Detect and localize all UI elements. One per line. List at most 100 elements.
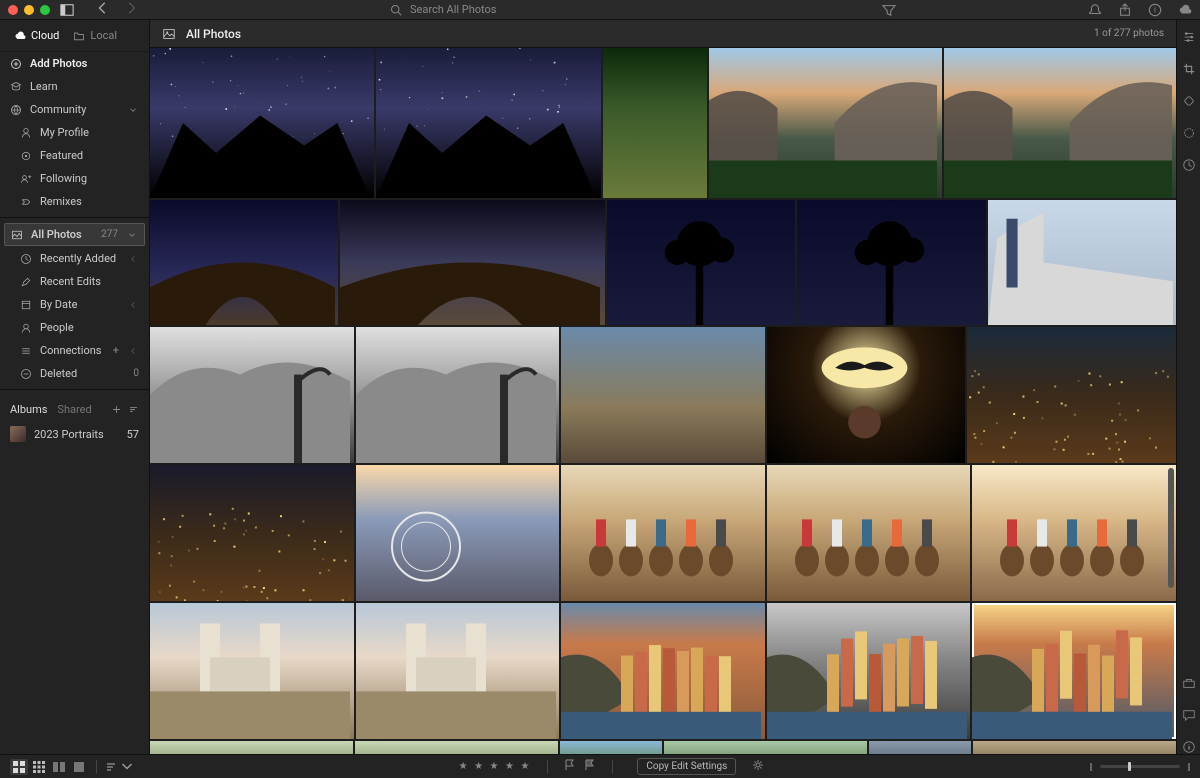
versions-icon[interactable] [1182,158,1196,172]
photo-thumbnail[interactable] [664,741,867,754]
close-window-button[interactable] [8,5,18,15]
recently-added-item[interactable]: Recently Added [10,247,149,270]
by-date-item[interactable]: By Date [10,293,149,316]
zoom-slider[interactable] [1100,765,1180,768]
photo-thumbnail[interactable] [376,48,600,198]
community-section[interactable]: Community [0,98,149,121]
panel-toggle-icon[interactable] [60,3,74,17]
photo-thumbnail[interactable] [561,603,765,739]
photo-thumbnail[interactable] [603,48,708,198]
maximize-window-button[interactable] [40,5,50,15]
photo-thumbnail[interactable] [150,48,374,198]
filter-icon[interactable] [882,3,896,17]
photo-thumbnail[interactable] [869,741,971,754]
keywords-icon[interactable] [1182,676,1196,690]
albums-tab[interactable]: Albums [10,403,47,416]
compare-view-button[interactable] [50,759,68,775]
nav-forward-button[interactable] [124,0,138,19]
notifications-icon[interactable] [1088,3,1102,17]
zoom-slider-thumb[interactable] [1128,762,1131,771]
sort-albums-icon[interactable] [128,404,139,415]
rating-stars[interactable]: ★ ★ ★ ★ ★ [459,761,532,772]
square-grid-button[interactable] [30,759,48,775]
photo-thumbnail[interactable] [150,327,354,463]
deleted-item[interactable]: Deleted 0 [10,362,149,385]
footer-toolbar: ★ ★ ★ ★ ★ Copy Edit Settings [0,754,1200,778]
crop-icon[interactable] [1182,62,1196,76]
photo-thumbnail[interactable] [973,741,1176,754]
grid-view-button[interactable] [10,759,28,775]
flag-pick-button[interactable] [564,759,576,774]
remixes-item[interactable]: Remixes [10,190,149,213]
photo-thumbnail[interactable] [607,200,795,325]
add-album-icon[interactable] [111,404,122,415]
photo-thumbnail[interactable] [150,603,354,739]
chevron-left-icon [127,346,139,356]
people-label: People [40,321,74,334]
photo-thumbnail[interactable] [150,200,338,325]
photo-grid[interactable] [150,48,1176,754]
album-count: 57 [127,428,139,441]
minimize-window-button[interactable] [24,5,34,15]
cloud-tab[interactable]: Cloud [8,26,65,45]
photo-thumbnail[interactable] [561,465,765,601]
info-panel-icon[interactable] [1182,740,1196,754]
photo-thumbnail[interactable] [150,465,354,601]
shared-tab[interactable]: Shared [57,403,91,416]
photo-thumbnail[interactable] [340,200,605,325]
deleted-label: Deleted [40,367,77,380]
photo-count: 1 of 277 photos [1094,28,1164,39]
my-profile-label: My Profile [40,126,89,139]
recent-edits-item[interactable]: Recent Edits [10,270,149,293]
search-input[interactable] [410,3,610,16]
photo-thumbnail[interactable] [972,603,1176,739]
detail-view-button[interactable] [70,759,88,775]
learn-button[interactable]: Learn [0,75,149,98]
album-item[interactable]: 2023 Portraits 57 [0,421,149,447]
photo-thumbnail[interactable] [560,741,662,754]
cloud-tab-label: Cloud [31,29,59,42]
all-photos-item[interactable]: All Photos 277 [4,223,145,246]
content-header: All Photos 1 of 277 photos [150,20,1176,48]
photo-thumbnail[interactable] [797,200,985,325]
photo-thumbnail[interactable] [561,327,765,463]
photo-thumbnail[interactable] [356,603,560,739]
my-profile-item[interactable]: My Profile [10,121,149,144]
photo-thumbnail[interactable] [767,327,966,463]
photo-thumbnail[interactable] [356,465,560,601]
cloud-sync-icon[interactable] [1178,3,1192,17]
sort-button[interactable] [105,761,133,773]
photo-thumbnail[interactable] [767,465,971,601]
right-toolbar [1176,20,1200,754]
featured-item[interactable]: Featured [10,144,149,167]
masking-icon[interactable] [1182,126,1196,140]
healing-icon[interactable] [1182,94,1196,108]
settings-gear-icon[interactable] [744,759,764,774]
share-icon[interactable] [1118,3,1132,17]
photo-thumbnail[interactable] [967,327,1176,463]
add-photos-button[interactable]: Add Photos [0,52,149,75]
add-photos-label: Add Photos [30,57,87,70]
photo-thumbnail[interactable] [972,465,1176,601]
local-tab[interactable]: Local [67,26,123,45]
learn-label: Learn [30,80,58,93]
scrollbar-thumb[interactable] [1168,468,1174,588]
photo-thumbnail[interactable] [356,327,560,463]
flag-reject-button[interactable] [584,759,596,774]
photo-thumbnail[interactable] [355,741,558,754]
recently-added-label: Recently Added [40,252,116,265]
help-icon[interactable]: i [1148,3,1162,17]
photo-thumbnail[interactable] [988,200,1176,325]
photo-thumbnail[interactable] [944,48,1176,198]
people-item[interactable]: People [10,316,149,339]
comments-icon[interactable] [1182,708,1196,722]
edit-sliders-icon[interactable] [1182,30,1196,44]
photo-thumbnail[interactable] [150,741,353,754]
local-tab-label: Local [90,29,117,42]
connections-item[interactable]: Connections + [10,339,149,362]
copy-edit-settings-button[interactable]: Copy Edit Settings [637,758,736,775]
photo-thumbnail[interactable] [709,48,941,198]
photo-thumbnail[interactable] [767,603,971,739]
nav-back-button[interactable] [96,0,110,19]
following-item[interactable]: Following [10,167,149,190]
